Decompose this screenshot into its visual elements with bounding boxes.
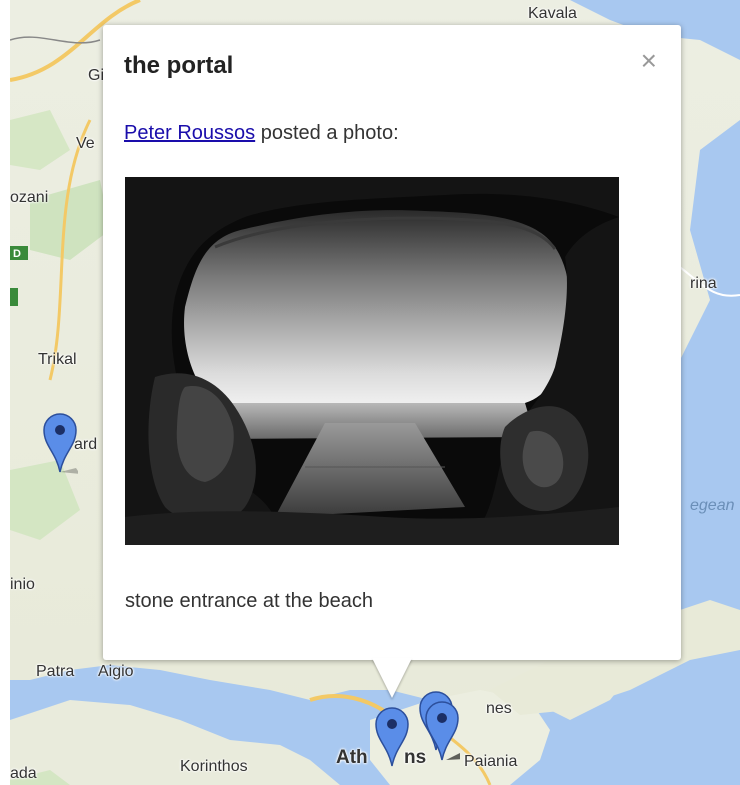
- place-ada: ada: [10, 765, 37, 782]
- place-aegean: egean: [690, 497, 735, 514]
- place-patra: Patra: [36, 663, 75, 680]
- photo-caption: stone entrance at the beach: [125, 590, 373, 612]
- place-kavala: Kavala: [528, 5, 577, 22]
- map-marker[interactable]: [374, 706, 410, 767]
- place-agrinio: inio: [10, 576, 35, 593]
- place-gi: Gi: [88, 67, 104, 84]
- place-korinthos: Korinthos: [180, 758, 248, 775]
- map-pin-icon: [425, 701, 460, 761]
- map-marker[interactable]: [42, 412, 78, 474]
- info-window-tail: [372, 658, 412, 698]
- place-chalkida: nes: [486, 700, 512, 717]
- author-link[interactable]: Peter Roussos: [124, 122, 255, 144]
- map-pin-icon: [375, 707, 409, 767]
- place-kozani: ozani: [10, 189, 49, 206]
- place-paiania: Paiania: [464, 753, 518, 770]
- post-line: Peter Roussos posted a photo:: [124, 122, 399, 145]
- map-marker[interactable]: [424, 700, 460, 761]
- popup-title: the portal: [124, 52, 234, 79]
- map-pin-icon: [43, 413, 78, 474]
- place-aigio: Aigio: [98, 663, 134, 680]
- place-trikala: Trikal: [38, 351, 77, 368]
- photo[interactable]: [125, 177, 619, 545]
- place-rina: rina: [690, 275, 717, 292]
- posted-text: posted a photo:: [255, 122, 399, 144]
- close-icon[interactable]: ×: [641, 47, 657, 75]
- place-ve: Ve: [76, 135, 95, 152]
- info-window: the portal × Peter Roussos posted a phot…: [103, 25, 681, 660]
- place-athina: Ath: [336, 747, 368, 768]
- highway-badge: D: [13, 248, 21, 260]
